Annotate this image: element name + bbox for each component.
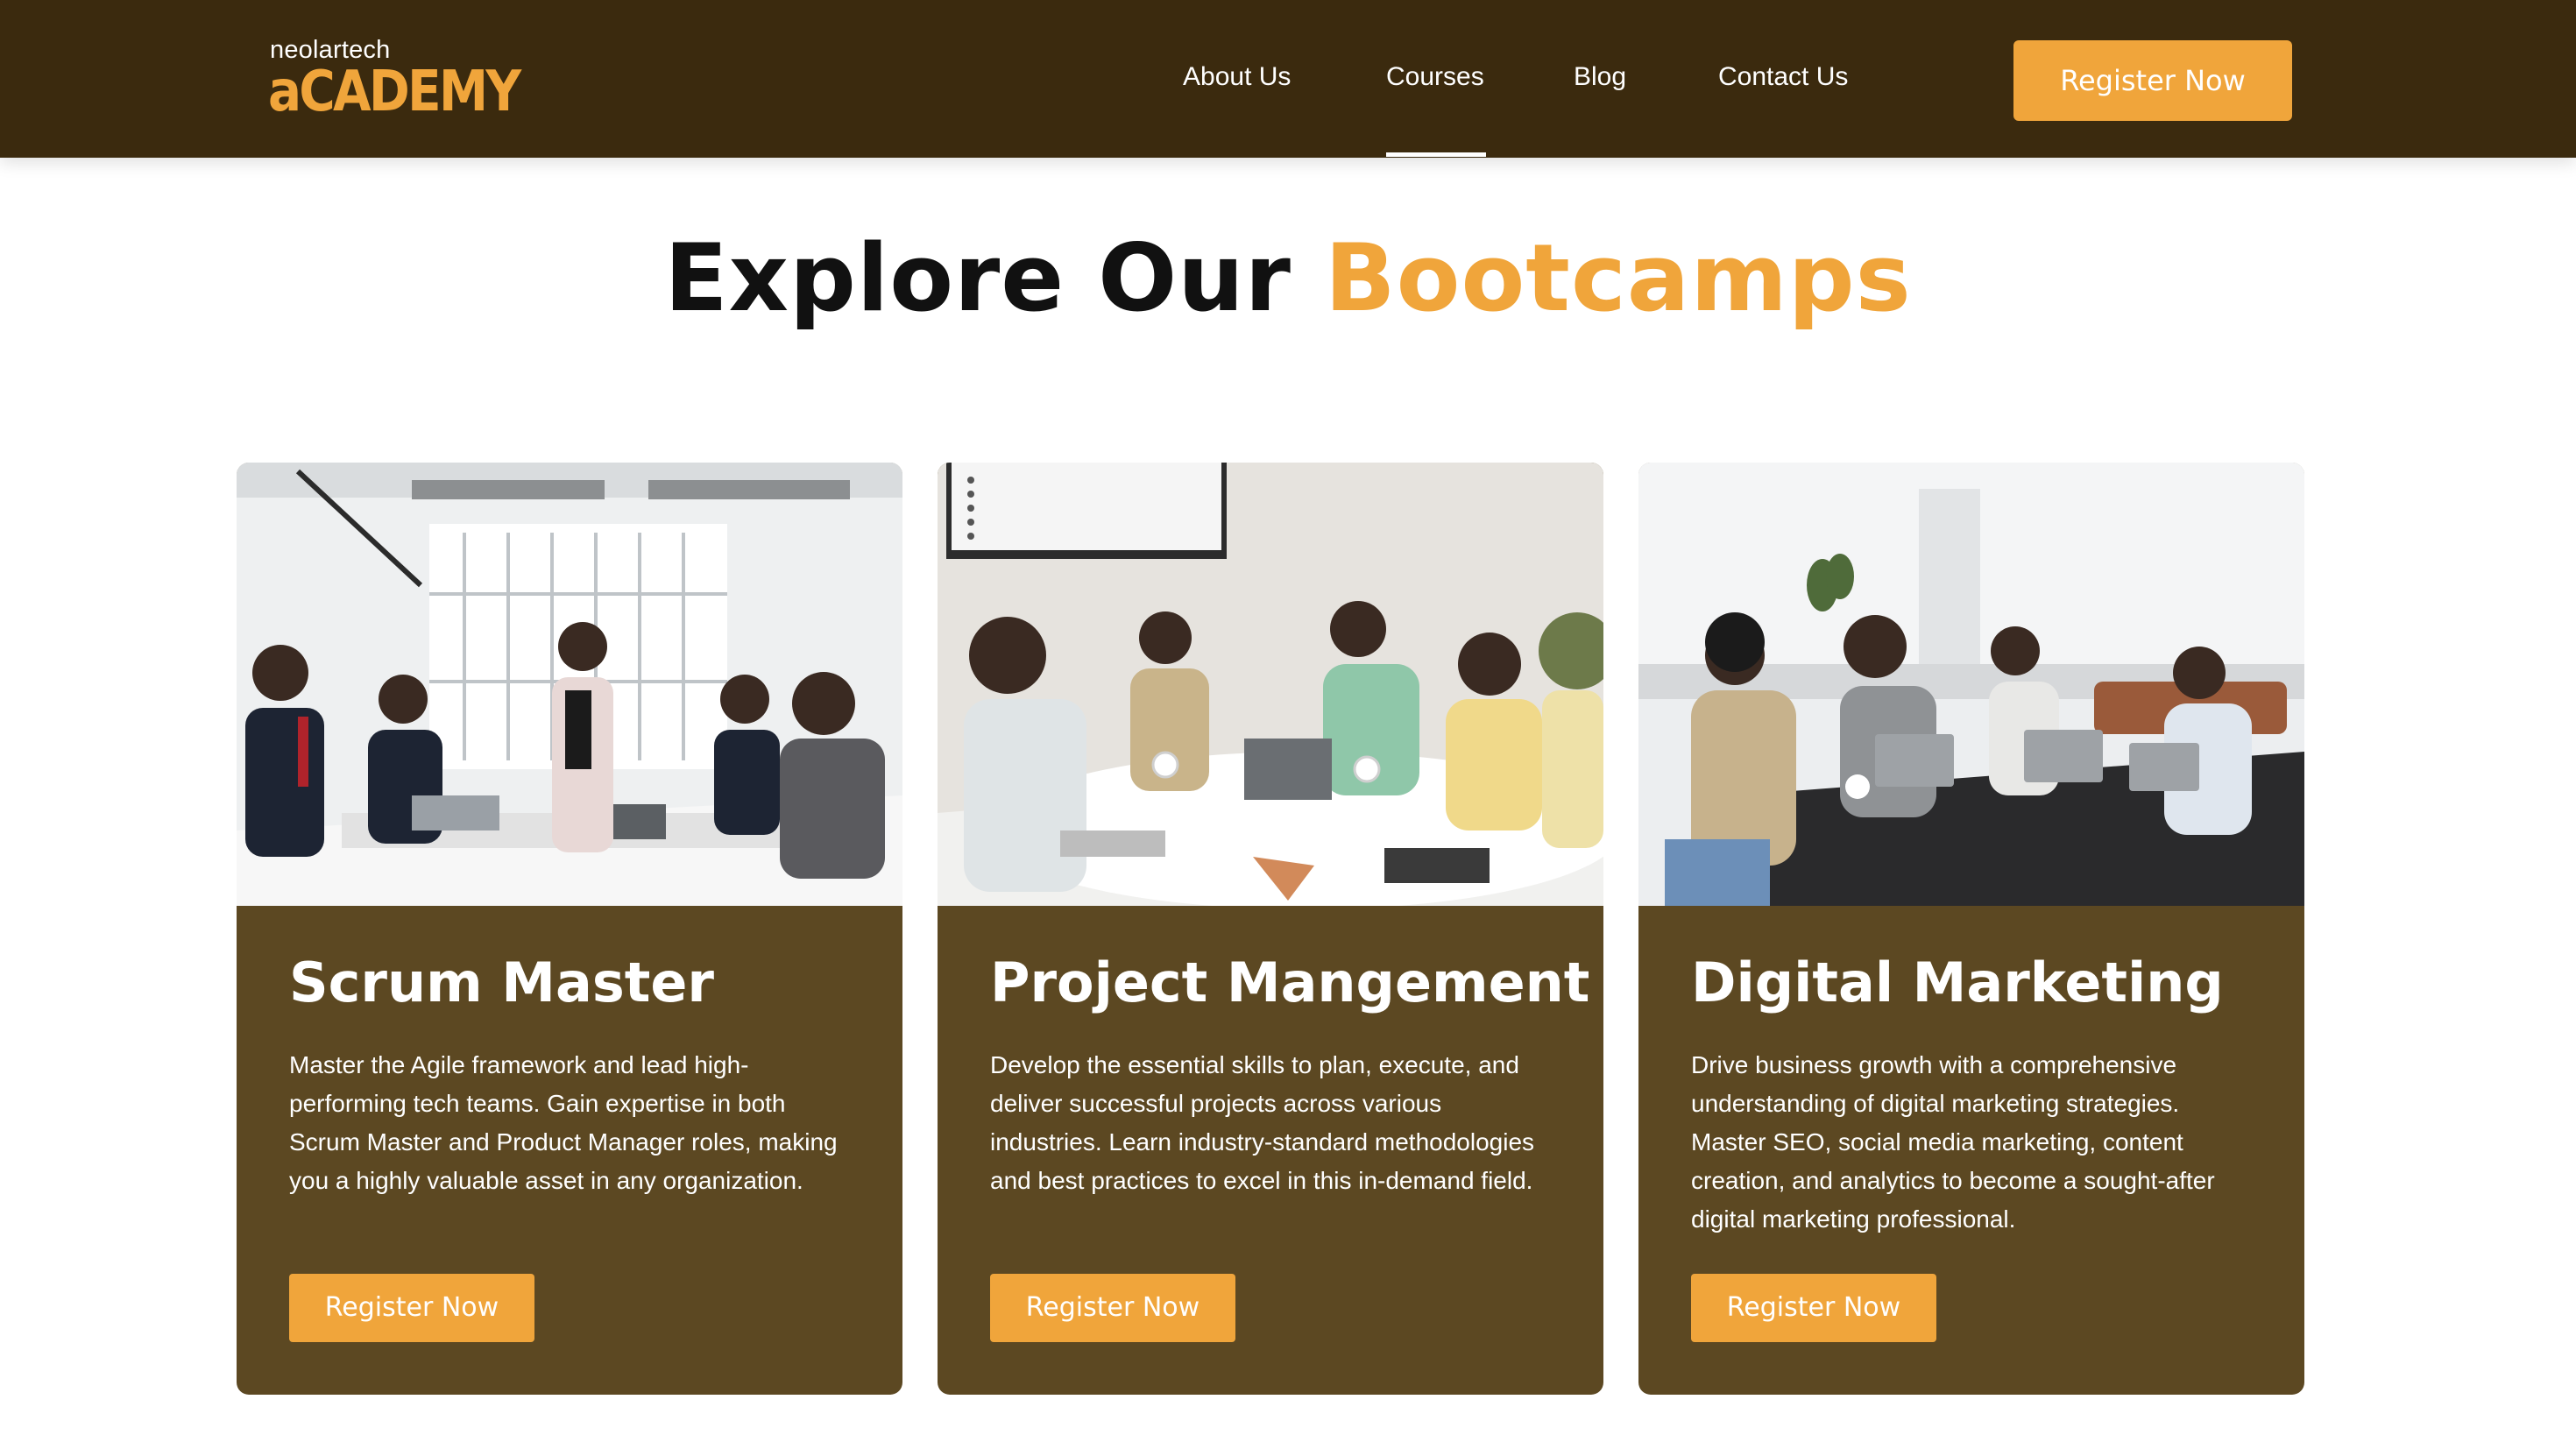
laptop-meeting-photo — [1638, 463, 2304, 906]
bootcamp-card-scrum-master: Scrum Master Master the Agile framework … — [237, 463, 902, 1395]
card-description: Drive business growth with a comprehensi… — [1691, 1051, 2215, 1233]
team-meeting-photo — [237, 463, 902, 906]
header-register-button[interactable]: Register Now — [2013, 40, 2292, 121]
active-nav-indicator — [1386, 152, 1486, 157]
brand-logo[interactable]: neolartech aCADEMY — [268, 35, 522, 123]
card-title: Scrum Master — [289, 951, 715, 1014]
card-title: Digital Marketing — [1691, 951, 2224, 1014]
title-prefix: Explore Our — [664, 224, 1292, 332]
site-header: neolartech aCADEMY About Us Courses Blog… — [0, 0, 2576, 158]
team-discussion-photo — [938, 463, 1603, 906]
nav-link-about-us[interactable]: About Us — [1183, 60, 1291, 95]
card-title: Project Mangement — [990, 951, 1590, 1014]
bootcamp-card-digital-marketing: Digital Marketing Drive business growth … — [1638, 463, 2304, 1395]
card-description: Develop the essential skills to plan, ex… — [990, 1051, 1535, 1194]
card-register-button[interactable]: Register Now — [990, 1274, 1235, 1342]
title-accent: Bootcamps — [1324, 224, 1912, 332]
card-description: Master the Agile framework and lead high… — [289, 1051, 838, 1194]
nav-link-blog[interactable]: Blog — [1574, 60, 1626, 95]
page-title: Explore Our Bootcamps — [0, 226, 2576, 331]
logo-main-text: aCADEMY — [268, 60, 521, 124]
bootcamp-card-project-management: Project Mangement Develop the essential … — [938, 463, 1603, 1395]
nav-link-courses[interactable]: Courses — [1386, 60, 1484, 95]
nav-link-contact-us[interactable]: Contact Us — [1718, 60, 1848, 95]
card-register-button[interactable]: Register Now — [1691, 1274, 1936, 1342]
card-register-button[interactable]: Register Now — [289, 1274, 534, 1342]
